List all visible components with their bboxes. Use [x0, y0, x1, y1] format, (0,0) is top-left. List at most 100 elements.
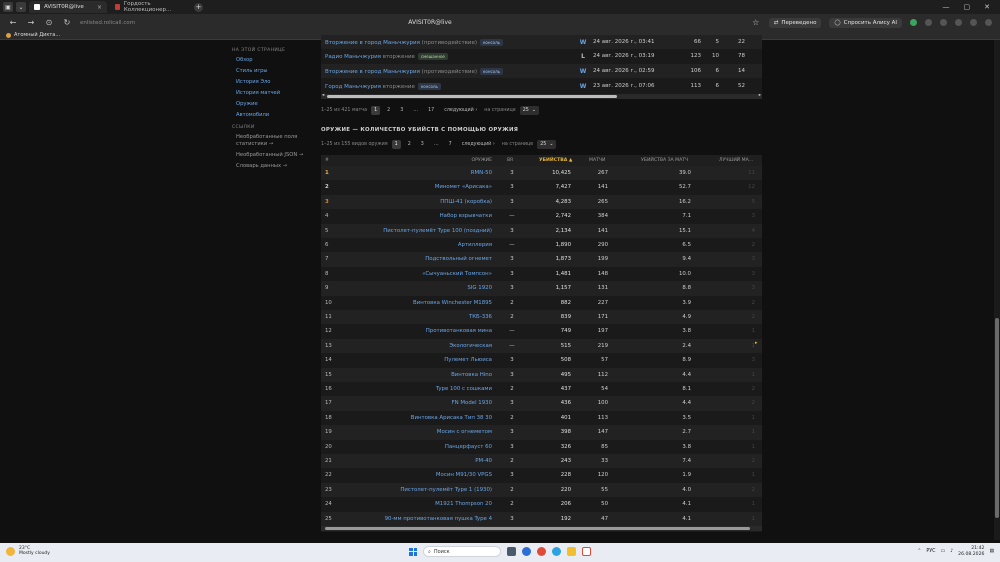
notifications-icon[interactable]: ▤ [989, 549, 994, 554]
weapons-hscrollbar[interactable] [321, 526, 762, 531]
volume-icon[interactable]: ♪ [950, 549, 953, 554]
chat-app-icon[interactable] [522, 547, 531, 556]
col-weapon[interactable]: ОРУЖИЕ [472, 158, 492, 163]
browser-app-icon[interactable] [537, 547, 546, 556]
sidebar-link-vehicles[interactable]: Автомобили [236, 112, 312, 119]
file-explorer-icon[interactable] [567, 547, 576, 556]
windows-start-icon[interactable] [409, 547, 417, 556]
translate-button[interactable]: ⇄ Переведено [768, 17, 822, 28]
reload-icon[interactable]: ↻ [62, 18, 72, 27]
bookmark-item[interactable]: Атомный Дикта... [14, 32, 60, 38]
weapon-name-link[interactable]: Пистолет-пулемёт Type 100 (поздний) [383, 228, 492, 234]
taskbar-search-input[interactable]: ⌕ Поиск [423, 546, 501, 557]
scroll-thumb[interactable] [995, 318, 999, 518]
table-row[interactable]: 14 Пулемет Льюиса 3 508 57 8.9 3 [321, 353, 762, 367]
per-page-select[interactable]: 25 ⌄ [519, 105, 539, 115]
forward-icon[interactable]: → [26, 18, 36, 27]
match-mode-link[interactable]: Радио Маньчжурия [325, 54, 381, 60]
ask-alice-button[interactable]: ◯ Спросить Алису AI [829, 17, 902, 28]
weapon-name-link[interactable]: Винтовка Hino [451, 372, 492, 378]
table-row[interactable]: Город Маньчжурия вторжение консоль W 23 а… [321, 79, 762, 93]
weapon-name-link[interactable]: Противотанковая мина [426, 328, 492, 334]
weapon-name-link[interactable]: Миномет «Арисака» [435, 184, 492, 190]
weapon-name-link[interactable]: Панцерфауст 60 [445, 444, 492, 450]
col-br[interactable]: BR [507, 158, 513, 163]
table-row[interactable]: 19 Мосин с огнеметом 3 398 147 2.7 1 [321, 425, 762, 440]
table-row[interactable]: 16 Type 100 с сошками 2 437 54 8.1 2 [321, 382, 762, 396]
task-view-icon[interactable] [507, 547, 516, 556]
table-row[interactable]: 15 Винтовка Hino 3 495 112 4.4 1 [321, 367, 762, 382]
table-row[interactable]: 1 RMN-50 3 10,425 267 39.0 11 [321, 166, 762, 181]
close-window-icon[interactable]: ✕ [984, 3, 990, 11]
tab-active[interactable]: AVISIT0R@live × [29, 1, 107, 13]
scroll-left-icon[interactable]: ◂ [322, 93, 324, 98]
home-icon[interactable]: ⊙ [44, 18, 54, 27]
sidebar-link-weapons[interactable]: Оружие [236, 101, 312, 108]
weapon-name-link[interactable]: Мосин с огнеметом [437, 429, 492, 435]
next-page-button[interactable]: следующий › [441, 106, 480, 115]
weapon-name-link[interactable]: Экологическая [449, 343, 492, 349]
chevron-up-icon[interactable]: ⌃ [917, 549, 921, 554]
table-row[interactable]: 21 PM-40 2 243 33 7.4 2 [321, 454, 762, 469]
back-icon[interactable]: ← [8, 18, 18, 27]
screenshot-icon[interactable] [955, 19, 962, 26]
table-row[interactable]: Радио Маньчжурия вторжение смешанное L 24… [321, 49, 762, 63]
weapon-name-link[interactable]: Мосин M91/30 VPGS [436, 472, 492, 478]
table-row[interactable]: Вторжение в город Маньчжурия (противодей… [321, 35, 762, 49]
table-row[interactable]: 4 Набор взрывчатки — 2,742 384 7.1 3 [321, 209, 762, 223]
table-row[interactable]: 25 90-мм противотанковая пушка Type 4 3 192… [321, 511, 762, 526]
page-button[interactable]: 2 [405, 140, 414, 149]
network-icon[interactable]: ▭ [941, 549, 946, 554]
scroll-thumb[interactable] [325, 527, 750, 530]
raw-json-link[interactable]: Необработанный JSON → [236, 152, 312, 159]
match-mode-link[interactable]: Город Маньчжурия [325, 84, 381, 90]
table-row[interactable]: 7 Подствольный огнемет 3 1,873 199 9.4 3 [321, 252, 762, 267]
sidebar-link-match-history[interactable]: История матчей [236, 90, 312, 97]
table-row[interactable]: 5 Пистолет-пулемёт Type 100 (поздний) 3 2,1… [321, 223, 762, 238]
browser-menu-icon[interactable]: ▣ [3, 2, 13, 12]
weapon-name-link[interactable]: M1921 Thompson 20 [435, 501, 492, 507]
col-kills-per-match[interactable]: УБИЙСТВА ЗА МАТЧ [641, 158, 688, 163]
table-row[interactable]: 24 M1921 Thompson 20 2 206 50 4.1 1 [321, 497, 762, 511]
table-row[interactable]: 12 Противотанковая мина — 749 197 3.8 1 [321, 324, 762, 338]
table-row[interactable]: 18 Винтовка Арисака Тип 38 30 2 401 113 3.5 1 [321, 411, 762, 425]
col-matches[interactable]: МАТЧИ [589, 158, 606, 163]
weapon-name-link[interactable]: Подствольный огнемет [425, 256, 492, 262]
language-indicator[interactable]: РУС [926, 549, 935, 554]
matches-hscrollbar[interactable]: ◂ ▸ [321, 93, 762, 99]
weapon-name-link[interactable]: Винтовка Winchester M1895 [413, 300, 492, 306]
match-mode-link[interactable]: Вторжение в город Маньчжурия [325, 69, 420, 75]
weapon-name-link[interactable]: Винтовка Арисака Тип 38 30 [411, 415, 492, 421]
table-row[interactable]: 20 Панцерфауст 60 3 326 85 3.8 1 [321, 440, 762, 454]
tab-inactive[interactable]: Гордость Коллекционер... [110, 1, 190, 13]
table-row[interactable]: 11 ТКБ-336 2 839 171 4.9 2 [321, 310, 762, 325]
col-kills-sorted[interactable]: УБИЙСТВА ▲ [539, 158, 572, 163]
page-button[interactable]: 3 [418, 140, 427, 149]
next-page-button[interactable]: следующий › [459, 140, 498, 149]
per-page-select[interactable]: 25 ⌄ [537, 139, 557, 149]
weapon-name-link[interactable]: SIG 1920 [467, 285, 492, 291]
telegram-icon[interactable] [552, 547, 561, 556]
page-button[interactable]: 1 [371, 105, 381, 115]
table-row[interactable]: Вторжение в город Маньчжурия (противодей… [321, 64, 762, 78]
minimize-icon[interactable]: — [943, 3, 950, 11]
maximize-icon[interactable]: ▢ [964, 3, 971, 11]
table-row[interactable]: 6 Артиллерия — 1,890 290 6.5 2 [321, 238, 762, 252]
weapon-name-link[interactable]: ТКБ-336 [469, 314, 492, 320]
page-button[interactable]: 17 [425, 106, 437, 115]
table-row[interactable]: 13 Экологическая — 515 219 2.4 1 [321, 338, 762, 354]
weapon-name-link[interactable]: FN Model 1930 [452, 400, 492, 406]
weapon-name-link[interactable]: 90-мм противотанковая пушка Type 4 [385, 516, 492, 522]
page-scrollbar[interactable] [994, 40, 1000, 540]
weapon-name-link[interactable]: Набор взрывчатки [440, 213, 492, 219]
table-row[interactable]: 9 SIG 1920 3 1,157 131 8.8 3 [321, 281, 762, 296]
collections-icon[interactable] [940, 19, 947, 26]
page-button[interactable]: 7 [446, 140, 455, 149]
page-button[interactable]: 1 [391, 139, 401, 149]
match-mode-link[interactable]: Вторжение в город Маньчжурия [325, 40, 420, 46]
scroll-right-icon[interactable]: ▸ [755, 340, 758, 346]
new-tab-icon[interactable]: + [194, 2, 203, 12]
page-button[interactable]: 2 [384, 106, 393, 115]
extension-icon[interactable] [925, 19, 932, 26]
yandex-browser-icon[interactable] [582, 547, 591, 556]
